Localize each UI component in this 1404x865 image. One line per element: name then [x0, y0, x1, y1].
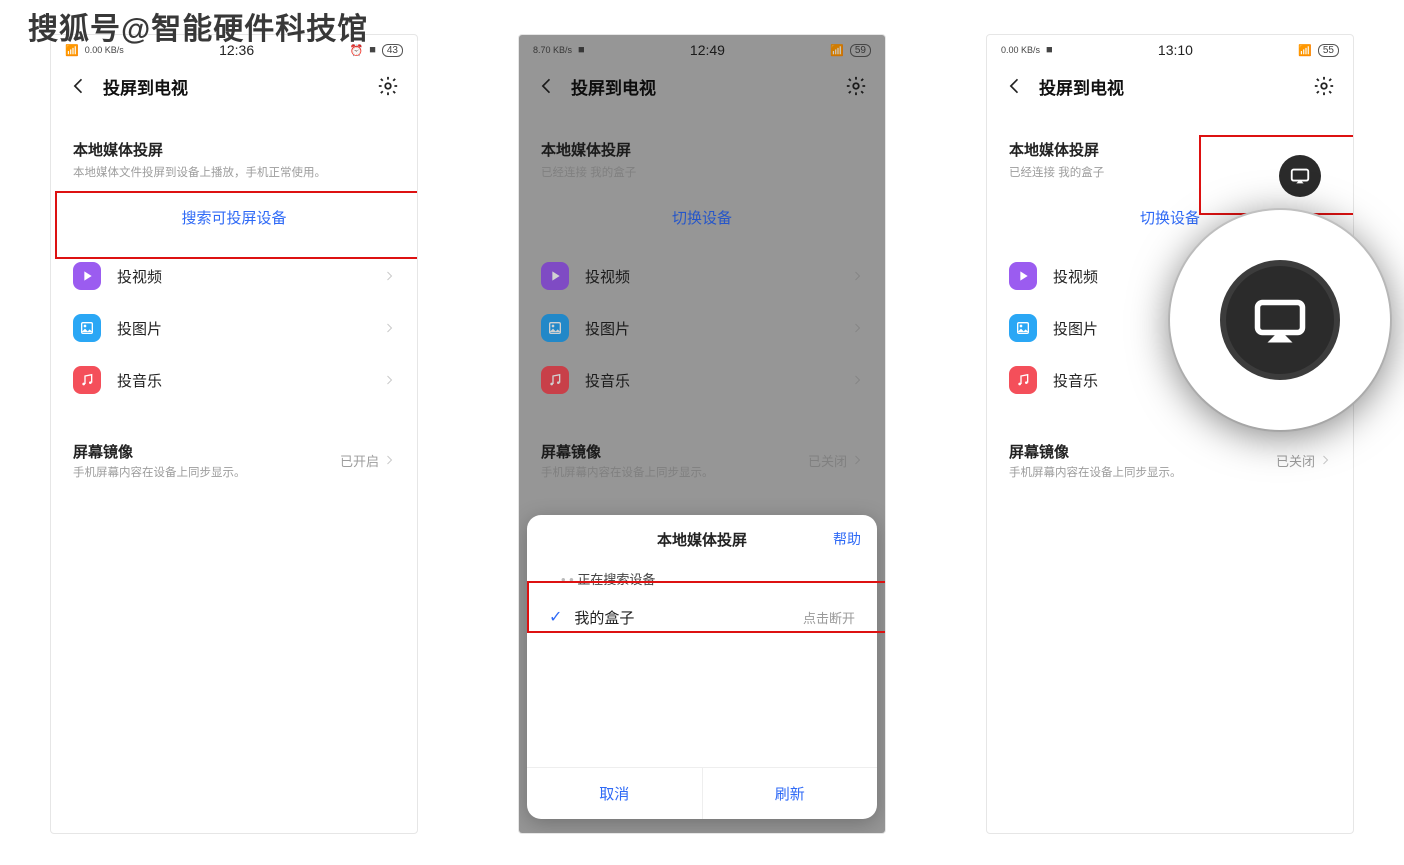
cast-music-row[interactable]: 投音乐 [51, 354, 417, 406]
cast-badge-zoom [1220, 260, 1340, 380]
video-icon [1009, 262, 1037, 290]
cast-video-label: 投视频 [585, 266, 835, 287]
section-local-media: 本地媒体投屏 [51, 113, 417, 164]
device-hint: 点击断开 [803, 608, 855, 627]
status-bar: 8.70 KB/s ■ 12:49 📶 59 [519, 35, 885, 59]
cast-video-row[interactable]: 投视频 [51, 250, 417, 302]
cast-icon [1250, 290, 1310, 350]
phone-3: 0.00 KB/s ■ 13:10 📶 55 投屏到电视 本地媒体投屏 已经连接… [986, 34, 1354, 834]
camera-icon: ■ [1046, 44, 1053, 56]
screen-mirror-row[interactable]: 屏幕镜像 手机屏幕内容在设备上同步显示。 已开启 [51, 434, 417, 486]
cast-music-label: 投音乐 [585, 370, 835, 391]
chevron-right-icon [1319, 454, 1331, 466]
mirror-sub: 手机屏幕内容在设备上同步显示。 [1009, 464, 1276, 480]
image-icon [73, 314, 101, 342]
cancel-button[interactable]: 取消 [527, 768, 702, 819]
music-icon [541, 366, 569, 394]
music-icon [73, 366, 101, 394]
camera-icon: ■ [578, 44, 585, 56]
phone-1: 📶 0.00 KB/s 12:36 ⏰ ■ 43 投屏到电视 本地媒体投屏 本地… [50, 34, 418, 834]
cast-music-row[interactable]: 投音乐 [519, 354, 885, 406]
page-title: 投屏到电视 [571, 74, 845, 99]
cast-music-label: 投音乐 [117, 370, 367, 391]
cast-image-row[interactable]: 投图片 [51, 302, 417, 354]
device-picker-sheet: 本地媒体投屏 帮助 • • 正在搜索设备 ✓ 我的盒子 点击断开 取消 刷新 [527, 515, 877, 819]
back-icon[interactable] [1005, 76, 1025, 96]
image-icon [541, 314, 569, 342]
app-header: 投屏到电视 [51, 59, 417, 113]
battery-indicator: 59 [850, 44, 871, 57]
data-rate: 0.00 KB/s [1001, 46, 1040, 55]
clock: 12:49 [690, 42, 725, 58]
status-bar: 0.00 KB/s ■ 13:10 📶 55 [987, 35, 1353, 59]
music-icon [1009, 366, 1037, 394]
chevron-right-icon [851, 374, 863, 386]
mirror-state: 已关闭 [1276, 451, 1315, 470]
chevron-right-icon [383, 322, 395, 334]
wifi-icon: 📶 [1298, 44, 1312, 57]
mirror-state: 已开启 [340, 451, 379, 470]
wifi-icon: 📶 [830, 44, 844, 57]
battery-indicator: 43 [382, 44, 403, 57]
clock: 13:10 [1158, 42, 1193, 58]
gear-icon[interactable] [845, 75, 867, 97]
magnifier-callout [1170, 210, 1390, 430]
mirror-title: 屏幕镜像 [73, 441, 340, 462]
mirror-state: 已关闭 [808, 451, 847, 470]
section-local-sub: 本地媒体文件投屏到设备上播放，手机正常使用。 [51, 164, 417, 180]
searching-status: • • 正在搜索设备 [527, 563, 877, 592]
video-icon [541, 262, 569, 290]
cast-image-label: 投图片 [585, 318, 835, 339]
cast-icon [1289, 165, 1311, 187]
gear-icon[interactable] [1313, 75, 1335, 97]
check-icon: ✓ [549, 607, 562, 627]
chevron-right-icon [851, 454, 863, 466]
page-title: 投屏到电视 [103, 74, 377, 99]
chevron-right-icon [383, 374, 395, 386]
image-icon [1009, 314, 1037, 342]
app-header: 投屏到电视 [987, 59, 1353, 113]
cast-image-label: 投图片 [117, 318, 367, 339]
app-header: 投屏到电视 [519, 59, 885, 113]
mirror-sub: 手机屏幕内容在设备上同步显示。 [73, 464, 340, 480]
sheet-title: 本地媒体投屏 [657, 529, 747, 550]
three-phone-layout: 📶 0.00 KB/s 12:36 ⏰ ■ 43 投屏到电视 本地媒体投屏 本地… [0, 0, 1404, 834]
cast-video-label: 投视频 [117, 266, 367, 287]
video-icon [73, 262, 101, 290]
mirror-sub: 手机屏幕内容在设备上同步显示。 [541, 464, 808, 480]
phone-2: 8.70 KB/s ■ 12:49 📶 59 投屏到电视 本地媒体投屏 已经连接… [518, 34, 886, 834]
section-local-sub: 已经连接 我的盒子 [519, 164, 885, 180]
chevron-right-icon [851, 322, 863, 334]
switch-device-link[interactable]: 切换设备 [519, 190, 885, 244]
battery-indicator: 55 [1318, 44, 1339, 57]
device-row[interactable]: ✓ 我的盒子 点击断开 [527, 592, 877, 642]
refresh-button[interactable]: 刷新 [703, 768, 878, 819]
device-name: 我的盒子 [574, 607, 803, 628]
back-icon[interactable] [537, 76, 557, 96]
chevron-right-icon [383, 270, 395, 282]
screen-mirror-row[interactable]: 屏幕镜像 手机屏幕内容在设备上同步显示。 已关闭 [519, 434, 885, 486]
cast-floating-badge[interactable] [1279, 155, 1321, 197]
sheet-help-link[interactable]: 帮助 [833, 529, 861, 549]
chevron-right-icon [851, 270, 863, 282]
sheet-actions: 取消 刷新 [527, 767, 877, 819]
cast-image-row[interactable]: 投图片 [519, 302, 885, 354]
back-icon[interactable] [69, 76, 89, 96]
screen-mirror-row[interactable]: 屏幕镜像 手机屏幕内容在设备上同步显示。 已关闭 [987, 434, 1353, 486]
chevron-right-icon [383, 454, 395, 466]
section-local-media: 本地媒体投屏 [519, 113, 885, 164]
search-devices-link[interactable]: 搜索可投屏设备 [51, 190, 417, 244]
watermark-text: 搜狐号@智能硬件科技馆 [28, 4, 368, 48]
camera-icon: ■ [369, 44, 376, 56]
data-rate: 8.70 KB/s [533, 46, 572, 55]
gear-icon[interactable] [377, 75, 399, 97]
mirror-title: 屏幕镜像 [1009, 441, 1276, 462]
mirror-title: 屏幕镜像 [541, 441, 808, 462]
page-title: 投屏到电视 [1039, 74, 1313, 99]
cast-video-row[interactable]: 投视频 [519, 250, 885, 302]
